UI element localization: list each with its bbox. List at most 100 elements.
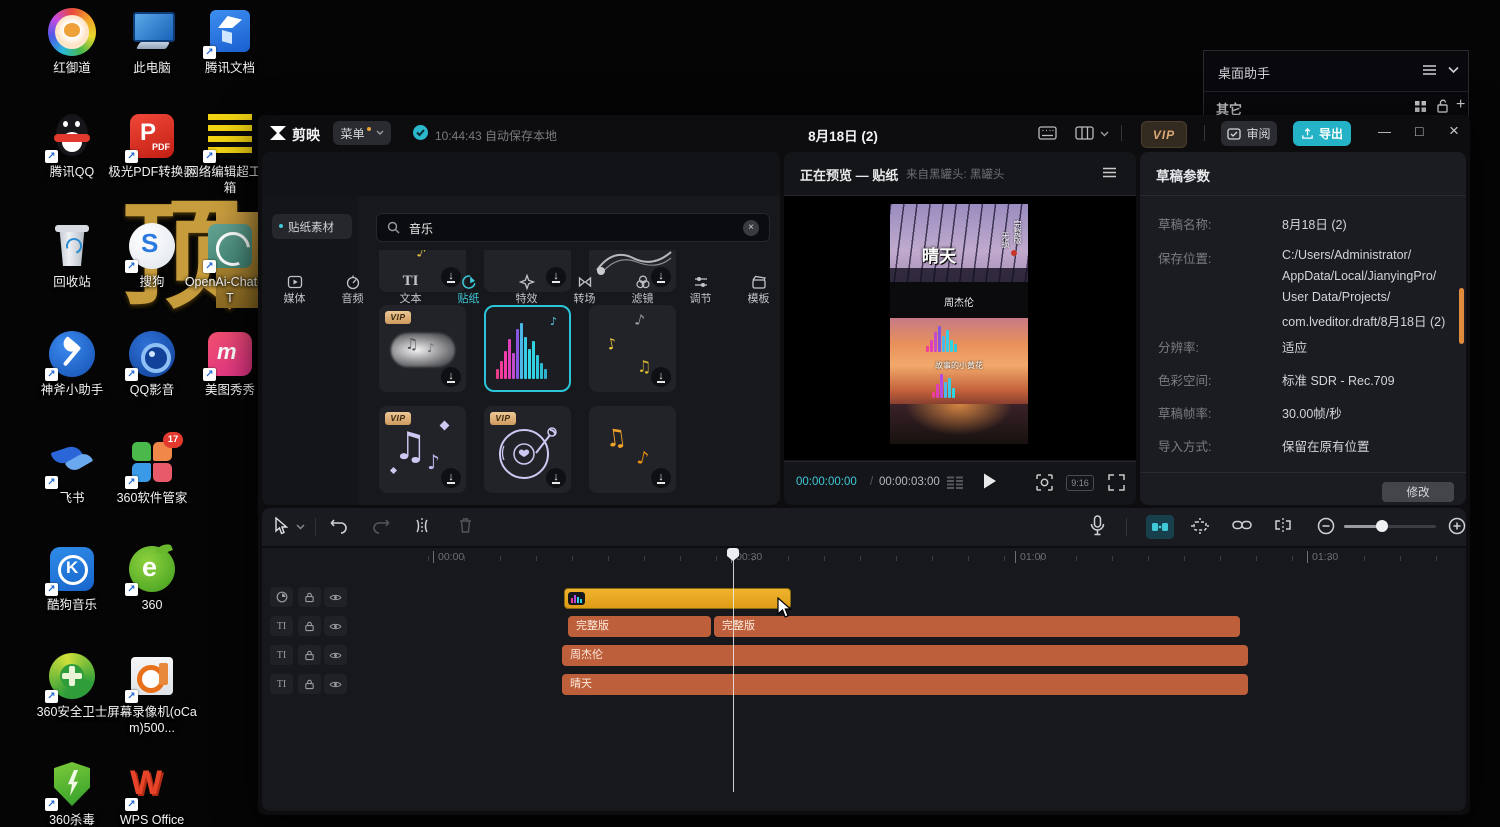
review-button[interactable]: 审阅 xyxy=(1221,121,1277,146)
tab-filter[interactable]: 滤镜 xyxy=(614,267,671,311)
fullscreen-icon[interactable] xyxy=(1108,474,1125,491)
tab-sticker[interactable]: 贴纸 xyxy=(440,267,497,311)
search-input[interactable] xyxy=(407,217,731,239)
shortcut-arrow-icon: ↗ xyxy=(203,46,216,59)
layout-chevron-icon[interactable] xyxy=(1100,131,1109,137)
chevron-down-icon[interactable] xyxy=(296,524,305,530)
param-value: 8月18日 (2) xyxy=(1282,214,1347,233)
download-icon[interactable]: ↓ xyxy=(651,367,671,387)
assistant-lock-icon[interactable] xyxy=(1436,99,1449,113)
zoom-slider[interactable] xyxy=(1344,525,1436,528)
sidebar-item-sticker-material[interactable]: 贴纸素材 xyxy=(272,214,352,239)
tab-template[interactable]: 模板 xyxy=(730,267,787,311)
preview-video[interactable]: 晴天 完整版 无损 周杰伦 故事的小黄花 xyxy=(890,204,1028,444)
assistant-grid-icon[interactable] xyxy=(1414,100,1427,113)
keyboard-shortcut-icon[interactable] xyxy=(1038,126,1057,140)
track-duration-icon[interactable] xyxy=(270,587,293,607)
shortcut-arrow-icon: ↗ xyxy=(125,476,138,489)
sticker-clip[interactable] xyxy=(564,588,791,609)
download-icon[interactable]: ↓ xyxy=(651,468,671,488)
playhead-line[interactable] xyxy=(733,548,734,792)
layout-switch-icon[interactable] xyxy=(1075,126,1094,140)
track-text-icon: TI xyxy=(270,616,293,636)
assistant-add-icon[interactable]: + xyxy=(1456,96,1465,114)
zoom-out-icon[interactable] xyxy=(1317,517,1335,535)
hongyudao-icon xyxy=(48,8,96,56)
transition-icon xyxy=(577,274,593,290)
sticker-item-vip-vinyl-player[interactable]: VIP ↓ xyxy=(484,406,571,493)
params-scrollbar[interactable] xyxy=(1459,288,1464,344)
delete-icon[interactable] xyxy=(458,517,473,534)
tab-adjust[interactable]: 调节 xyxy=(672,267,729,311)
zoom-slider-handle[interactable] xyxy=(1376,520,1388,532)
tab-text[interactable]: TI 文本 xyxy=(382,267,439,311)
text-clip[interactable]: 晴天 xyxy=(562,674,1248,695)
play-button[interactable] xyxy=(982,472,998,490)
close-button[interactable]: × xyxy=(1449,121,1459,141)
track-lock-icon[interactable] xyxy=(298,674,321,694)
auto-snap-icon[interactable] xyxy=(1146,515,1174,539)
ratio-button[interactable]: 9:16 xyxy=(1066,475,1094,491)
shortcut-arrow-icon: ↗ xyxy=(125,368,138,381)
redo-icon[interactable] xyxy=(372,517,390,534)
modify-button[interactable]: 修改 xyxy=(1382,482,1454,502)
tab-media[interactable]: 媒体 xyxy=(266,267,323,311)
menu-button[interactable]: 菜单 xyxy=(333,121,391,145)
sticker-item-vip-lavender-notes[interactable]: VIP ♫ ♪ ↓ xyxy=(379,406,466,493)
track-visibility-icon[interactable] xyxy=(324,587,347,607)
desktop-icon-ocam[interactable]: ↗ 屏幕录像机(oCam)500... xyxy=(104,652,200,736)
sticker-item-vip-cloud-notes[interactable]: VIP ♫ ♪ ↓ xyxy=(379,305,466,392)
tab-effects[interactable]: 特效 xyxy=(498,267,555,311)
desktop-icon-tencent-docs[interactable]: ↗ 腾讯文档 xyxy=(182,8,278,77)
sticker-search-box[interactable]: × xyxy=(376,213,770,242)
sticker-item-waveform-selected[interactable]: ♪ xyxy=(484,305,571,392)
track-visibility-icon[interactable] xyxy=(324,674,347,694)
app-logo-icon xyxy=(268,124,288,142)
track-lock-icon[interactable] xyxy=(298,616,321,636)
openai-chatgpt-icon: ↗ xyxy=(206,222,254,270)
tab-label: 音频 xyxy=(324,290,381,306)
preview-axis-icon[interactable] xyxy=(1190,517,1210,535)
text-clip[interactable]: 周杰伦 xyxy=(562,645,1248,666)
track-lock-icon[interactable] xyxy=(298,587,321,607)
zoom-in-icon[interactable] xyxy=(1448,517,1466,535)
split-icon[interactable] xyxy=(414,517,430,535)
text-clip[interactable]: 完整版 xyxy=(568,616,711,637)
export-button[interactable]: 导出 xyxy=(1293,121,1351,146)
tab-audio[interactable]: 音频 xyxy=(324,267,381,311)
maximize-button[interactable]: □ xyxy=(1415,123,1423,139)
sticker-item-yellow-notes[interactable]: ♪ ♪ ♫ ↓ xyxy=(589,305,676,392)
assistant-menu-icon[interactable] xyxy=(1422,64,1438,76)
track-visibility-icon[interactable] xyxy=(324,616,347,636)
track-lock-icon[interactable] xyxy=(298,645,321,665)
track-text-icon: TI xyxy=(270,674,293,694)
download-icon[interactable]: ↓ xyxy=(546,468,566,488)
fit-frame-icon[interactable] xyxy=(1036,474,1053,491)
preview-viewport: 晴天 完整版 无损 周杰伦 故事的小黄花 xyxy=(784,196,1136,460)
microphone-icon[interactable] xyxy=(1090,515,1105,536)
download-icon[interactable]: ↓ xyxy=(441,468,461,488)
undo-icon[interactable] xyxy=(330,517,348,534)
tab-transition[interactable]: 转场 xyxy=(556,267,613,311)
assistant-collapse-icon[interactable] xyxy=(1448,66,1459,74)
music-note-glyph: ♫ xyxy=(393,424,427,468)
video-water-region xyxy=(890,404,1028,444)
download-icon[interactable]: ↓ xyxy=(441,367,461,387)
desktop-icon-360-browser[interactable]: e ↗ 360 xyxy=(104,545,200,614)
vip-button[interactable]: VIP xyxy=(1141,121,1187,148)
param-value: 适应 xyxy=(1282,337,1307,356)
minimize-button[interactable]: — xyxy=(1378,124,1391,139)
track-visibility-icon[interactable] xyxy=(324,645,347,665)
desktop-icon-360-software-manager[interactable]: 17 ↗ 360软件管家 xyxy=(104,438,200,507)
preview-menu-icon[interactable] xyxy=(1102,167,1117,178)
desktop-icon-wps[interactable]: W ↗ WPS Office xyxy=(104,760,200,827)
shortcut-arrow-icon: ↗ xyxy=(45,583,58,596)
sticker-clip-thumb xyxy=(568,592,585,605)
link-icon[interactable] xyxy=(1232,518,1252,532)
search-clear-icon[interactable]: × xyxy=(743,220,759,236)
desktop: 顶 红御道 此电脑 ↗ 腾讯文档 xyxy=(0,0,1500,827)
frame-grid-icon[interactable] xyxy=(946,476,964,490)
mirror-split-icon[interactable] xyxy=(1274,517,1292,533)
sticker-item-orange-notes[interactable]: ♫ ♪ ↓ xyxy=(589,406,676,493)
cursor-select-icon[interactable] xyxy=(274,517,289,535)
